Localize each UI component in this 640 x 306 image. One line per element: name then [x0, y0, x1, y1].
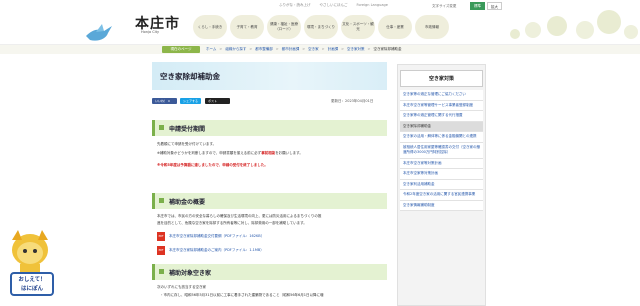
pdf-link-guideline[interactable]: PDF 本庄市空き家除却補助金交付要綱（PDFファイル：162KB） — [157, 232, 264, 241]
breadcrumb-keikaku[interactable]: 計画課 — [328, 47, 339, 52]
section-heading-eligible: 補助対象空き家 — [152, 264, 387, 280]
nav-kurashi[interactable]: くらし・手続き — [193, 15, 227, 39]
easy-japanese-link[interactable]: やさしいにほんご — [320, 3, 348, 8]
breadcrumb-division[interactable]: 都市計画課 — [282, 47, 300, 52]
period-line-2-text: ※補助対象かどうかを判断しますので、申請書類を揃える前に必ず — [157, 151, 262, 155]
global-nav: くらし・手続き 子育て・教育 健康・福祉・医療（ロード） 環境・まちづくり 文化… — [193, 15, 449, 39]
period-line-2-tail: をお願いします。 — [275, 151, 303, 155]
section-title: 補助対象空き家 — [169, 270, 212, 277]
font-large-button[interactable]: 拡大 — [487, 2, 502, 10]
overview-desc-2: 進を目的として、危険な空き家を除却する所有者等に対し、除却費用の一部を補助してい… — [157, 221, 307, 225]
pdf-link-text[interactable]: 本庄市空き家除却補助金のご案内（PDFファイル：1.1MB） — [169, 248, 264, 253]
sidebar-item-current: 空き家除却補助金 — [400, 121, 483, 132]
closed-notice: ※令和5年度は予算額に達しましたので、申請の受付を終了しました。 — [157, 163, 268, 167]
breadcrumb-sep: > — [249, 47, 253, 51]
sidebar-item[interactable]: 令和2年度空き家の活用に関する官民連携事業 — [400, 190, 483, 201]
sidebar-list: 空き家等の適正な管理にご協力ください 本庄市空き家等管理サービス事業者登録制度 … — [400, 90, 483, 211]
overview-desc-1: 本庄市では、市民の方の安全な暮らしの確保及び生活環境の向上、更には防災活用による… — [157, 214, 322, 218]
pdf-icon: PDF — [157, 246, 165, 255]
header-decoration — [510, 10, 638, 39]
mascot-label-line-1: おしえて！ — [18, 277, 46, 283]
nav-kosodate[interactable]: 子育て・教育 — [230, 15, 264, 39]
sidebar-item[interactable]: 空き家等の適正な管理にご協力ください — [400, 90, 483, 101]
pdf-link-guide[interactable]: PDF 本庄市空き家除却補助金のご案内（PDFファイル：1.1MB） — [157, 246, 264, 255]
heading-marker-icon — [159, 269, 164, 274]
prior-consultation-link[interactable]: 事前相談 — [261, 151, 275, 155]
section-title: 申請受付期間 — [169, 126, 206, 133]
furigana-link[interactable]: ふりがな・読み上げ — [279, 3, 311, 8]
section-heading-period: 申請受付期間 — [152, 120, 387, 136]
section-title: 補助金の概要 — [169, 199, 206, 206]
utility-links: ふりがな・読み上げ やさしいにほんご Foreign Language — [279, 3, 388, 8]
eligible-lead: 次のいずれにも該当する空き家 — [157, 285, 206, 289]
breadcrumb-sep: > — [367, 47, 371, 51]
nav-kenko[interactable]: 健康・福祉・医療（ロード） — [267, 15, 301, 39]
breadcrumb-akiya[interactable]: 空き家 — [308, 47, 319, 52]
bird-logo-icon — [86, 24, 112, 41]
period-line-1: 先着順にて申請を受け付けています。 — [157, 142, 217, 146]
sidebar-item[interactable]: 空き家等の適正管理に関する代行措置 — [400, 111, 483, 122]
updated-date: 更新日：2023年04月01日 — [331, 99, 374, 103]
breadcrumb-sep: > — [321, 47, 325, 51]
eligible-bullet: ・市内に存し、昭和56年5月31日以前に工事に着手された建築物であること（昭和5… — [160, 293, 324, 297]
breadcrumb-sep: > — [341, 47, 345, 51]
site-logo-subtitle: Honjo City — [141, 30, 160, 34]
mascot-label-line-2: はにぽん — [20, 286, 43, 292]
sidebar-item[interactable]: 空き家情報補助制度 — [400, 200, 483, 211]
foreign-language-link[interactable]: Foreign Language — [357, 3, 388, 8]
sidebar-heading: 空き家対策 — [400, 70, 483, 87]
nav-kankyo[interactable]: 環境・まちづくり — [304, 15, 338, 39]
period-line-2: ※補助対象かどうかを判断しますので、申請書類を揃える前に必ず事前相談をお願いしま… — [157, 150, 382, 156]
sidebar-item[interactable]: 空き家利活用補助金 — [400, 179, 483, 190]
pdf-icon: PDF — [157, 232, 165, 241]
pdf-link-text[interactable]: 本庄市空き家除却補助金交付要綱（PDFファイル：162KB） — [169, 234, 264, 239]
breadcrumb-org[interactable]: 組織から探す — [225, 47, 246, 52]
site-header: 本庄市 Honjo City ふりがな・読み上げ やさしいにほんご Foreig… — [0, 0, 640, 42]
sidebar-item[interactable]: 本庄市空き家等管理サービス事業者登録制度 — [400, 100, 483, 111]
facebook-like-button[interactable]: いいね！ 0 — [152, 98, 177, 104]
font-standard-button[interactable]: 標準 — [470, 2, 485, 10]
x-post-button[interactable]: ポスト — [205, 98, 230, 104]
sidebar-item[interactable]: 被相続人居住用家屋等確認書の交付（空き家の譲渡所得の3000万円特別控除） — [400, 142, 483, 159]
heading-marker-icon — [159, 125, 164, 130]
ask-hanipon-button[interactable]: おしえて！ はにぽん — [10, 272, 54, 296]
breadcrumb-current: 空き家除却補助金 — [373, 47, 402, 51]
nav-shisei[interactable]: 市政情報 — [415, 15, 449, 39]
breadcrumb-taisaku[interactable]: 空き家対策 — [347, 47, 365, 52]
sidebar-item[interactable]: 空き家の活用・解体等に係る金融機関との連携 — [400, 132, 483, 143]
line-share-button[interactable]: シェアする — [180, 98, 201, 104]
sidebar-item[interactable]: 本庄市空家等対策計画 — [400, 169, 483, 180]
nav-shigoto[interactable]: 仕事・産業 — [378, 15, 412, 39]
nav-bunka[interactable]: 文化・スポーツ・観光 — [341, 15, 375, 39]
page-title: 空き家除却補助金 — [160, 72, 220, 81]
breadcrumb-home[interactable]: ホーム — [206, 47, 216, 52]
breadcrumb: ホーム > 組織から探す > 都市整備部 > 都市計画課 > 空き家 > 計画課 > 空き家… — [206, 47, 401, 52]
breadcrumb-sep: > — [219, 47, 223, 51]
sidebar-item[interactable]: 本庄市空き家等対策計画 — [400, 158, 483, 169]
font-size-label: 文字サイズ変更 — [432, 4, 457, 8]
heading-marker-icon — [159, 198, 164, 203]
breadcrumb-sep: > — [275, 47, 279, 51]
current-page-tag: 現在のページ — [162, 46, 200, 53]
section-heading-overview: 補助金の概要 — [152, 193, 387, 209]
breadcrumb-dept[interactable]: 都市整備部 — [255, 47, 273, 52]
breadcrumb-sep: > — [302, 47, 306, 51]
